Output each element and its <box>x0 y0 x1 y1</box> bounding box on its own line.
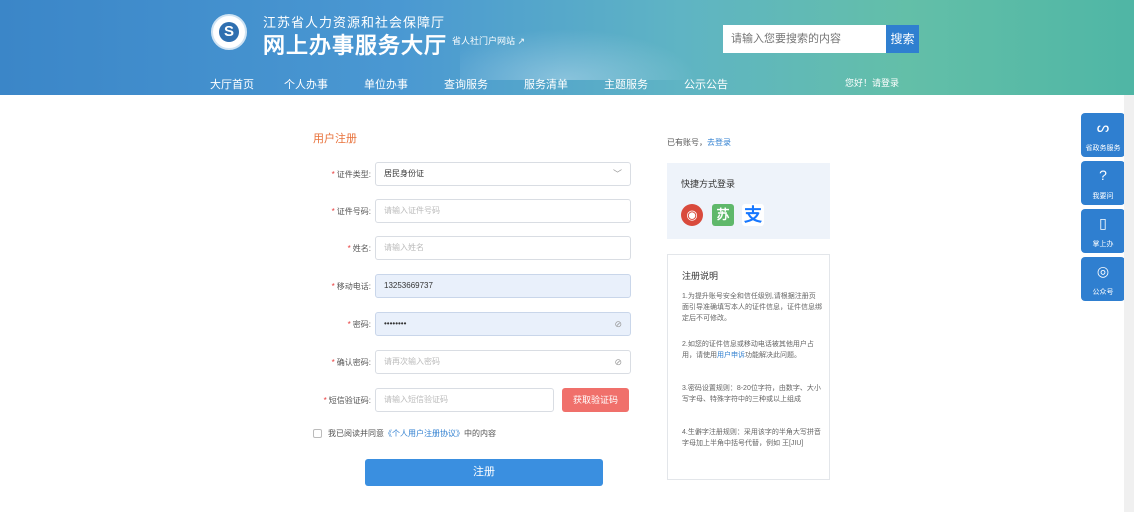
sms-code-row: * 短信验证码: 请输入短信验证码 获取验证码 <box>298 388 629 412</box>
login-greeting[interactable]: 您好！请登录 <box>845 76 899 89</box>
question-icon: ? <box>1099 167 1107 183</box>
agreement-checkbox[interactable] <box>313 429 322 438</box>
phone-label: 移动电话: <box>336 281 371 291</box>
password-label: 密码: <box>352 319 371 329</box>
sms-code-input[interactable]: 请输入短信验证码 <box>375 388 554 412</box>
id-number-input[interactable]: 请输入证件号码 <box>375 199 631 223</box>
nav-service-list[interactable]: 服务清单 <box>524 76 568 92</box>
nav-query[interactable]: 查询服务 <box>444 76 488 92</box>
note-2: 2.如您的证件信息或移动电话被其他用户占用，请使用用户申诉功能解决此问题。 <box>682 341 814 359</box>
phone-row: * 移动电话: 13253669737 <box>298 274 631 298</box>
gov-service-icon: ᔕ <box>1096 119 1110 135</box>
user-appeal-link[interactable]: 用户申诉 <box>717 352 745 359</box>
su-service-login-icon[interactable]: 苏 <box>712 204 734 226</box>
agreement-link[interactable]: 《个人用户注册协议》 <box>384 428 464 439</box>
note-4: 4.生僻字注册规则：采用该字的半角大写拼音字母加上半角中括号代替，例如 王[JI… <box>682 429 821 447</box>
wechat-icon: ◎ <box>1096 263 1110 279</box>
form-title: 用户注册 <box>313 133 357 145</box>
page-scrollbar[interactable] <box>1124 95 1134 512</box>
password-input[interactable]: •••••••• ⊘ <box>375 312 631 336</box>
confirm-password-input[interactable]: 请再次输入密码 ⊘ <box>375 350 631 374</box>
site-logo-icon[interactable]: S <box>211 14 247 50</box>
quick-login-panel: 快捷方式登录 ◉ 苏 支 <box>667 163 830 239</box>
search-input[interactable] <box>723 25 886 53</box>
note-1: 1.为提升账号安全和信任级别,请根据注册页面引导准确填写本人的证件信息，证件信息… <box>682 293 822 322</box>
ask-question-button[interactable]: ? 我要问 <box>1081 161 1125 205</box>
eye-hidden-icon[interactable]: ⊘ <box>614 313 622 335</box>
has-account-text: 已有账号，去登录 <box>667 138 731 147</box>
emblem-login-icon[interactable]: ◉ <box>681 204 703 226</box>
login-link[interactable]: 去登录 <box>707 138 731 147</box>
quick-login-title: 快捷方式登录 <box>681 179 736 189</box>
mobile-app-button[interactable]: ▯ 掌上办 <box>1081 209 1125 253</box>
id-type-row: * 证件类型: 居民身份证 ﹀ <box>298 162 631 186</box>
gov-service-button[interactable]: ᔕ 省政务服务 <box>1081 113 1125 157</box>
confirm-password-label: 确认密码: <box>336 357 371 367</box>
eye-hidden-icon[interactable]: ⊘ <box>614 351 622 373</box>
register-button[interactable]: 注册 <box>365 459 603 486</box>
main-nav: 大厅首页 个人办事 单位办事 查询服务 服务清单 主题服务 公示公告 <box>210 76 764 92</box>
password-row: * 密码: •••••••• ⊘ <box>298 312 631 336</box>
search-button[interactable]: 搜索 <box>886 25 919 53</box>
portal-link[interactable]: 省人社门户网站 ↗ <box>452 34 525 47</box>
agreement-row: 我已阅读并同意 《个人用户注册协议》 中的内容 <box>313 428 496 439</box>
header-landscape-decoration <box>460 20 720 80</box>
wechat-account-button[interactable]: ◎ 公众号 <box>1081 257 1125 301</box>
floating-sidebar: ᔕ 省政务服务 ? 我要问 ▯ 掌上办 ◎ 公众号 <box>1081 113 1125 305</box>
nav-theme[interactable]: 主题服务 <box>604 76 648 92</box>
nav-personal[interactable]: 个人办事 <box>284 76 328 92</box>
name-row: * 姓名: 请输入姓名 <box>298 236 631 260</box>
header: S 江苏省人力资源和社会保障厅 网上办事服务大厅 省人社门户网站 ↗ 搜索 大厅… <box>0 0 1134 95</box>
phone-input[interactable]: 13253669737 <box>375 274 631 298</box>
id-type-select[interactable]: 居民身份证 ﹀ <box>375 162 631 186</box>
name-input[interactable]: 请输入姓名 <box>375 236 631 260</box>
nav-unit[interactable]: 单位办事 <box>364 76 408 92</box>
registration-notes: 注册说明 1.为提升账号安全和信任级别,请根据注册页面引导准确填写本人的证件信息… <box>667 254 830 480</box>
id-number-label: 证件号码: <box>336 206 371 216</box>
sms-code-label: 短信验证码: <box>328 395 371 405</box>
site-name[interactable]: 网上办事服务大厅 <box>263 28 447 60</box>
nav-home[interactable]: 大厅首页 <box>210 76 254 92</box>
id-type-label: 证件类型: <box>336 169 371 179</box>
note-3: 3.密码设置规则：8-20位字符，由数字、大小写字母、特殊字符中的三种或以上组成 <box>682 385 821 403</box>
chevron-down-icon: ﹀ <box>612 169 622 179</box>
get-sms-code-button[interactable]: 获取验证码 <box>562 388 629 412</box>
nav-notice[interactable]: 公示公告 <box>684 76 728 92</box>
confirm-password-row: * 确认密码: 请再次输入密码 ⊘ <box>298 350 631 374</box>
name-label: 姓名: <box>352 243 371 253</box>
id-number-row: * 证件号码: 请输入证件号码 <box>298 199 631 223</box>
notes-title: 注册说明 <box>682 271 719 281</box>
alipay-login-icon[interactable]: 支 <box>742 204 764 226</box>
phone-icon: ▯ <box>1099 215 1107 231</box>
